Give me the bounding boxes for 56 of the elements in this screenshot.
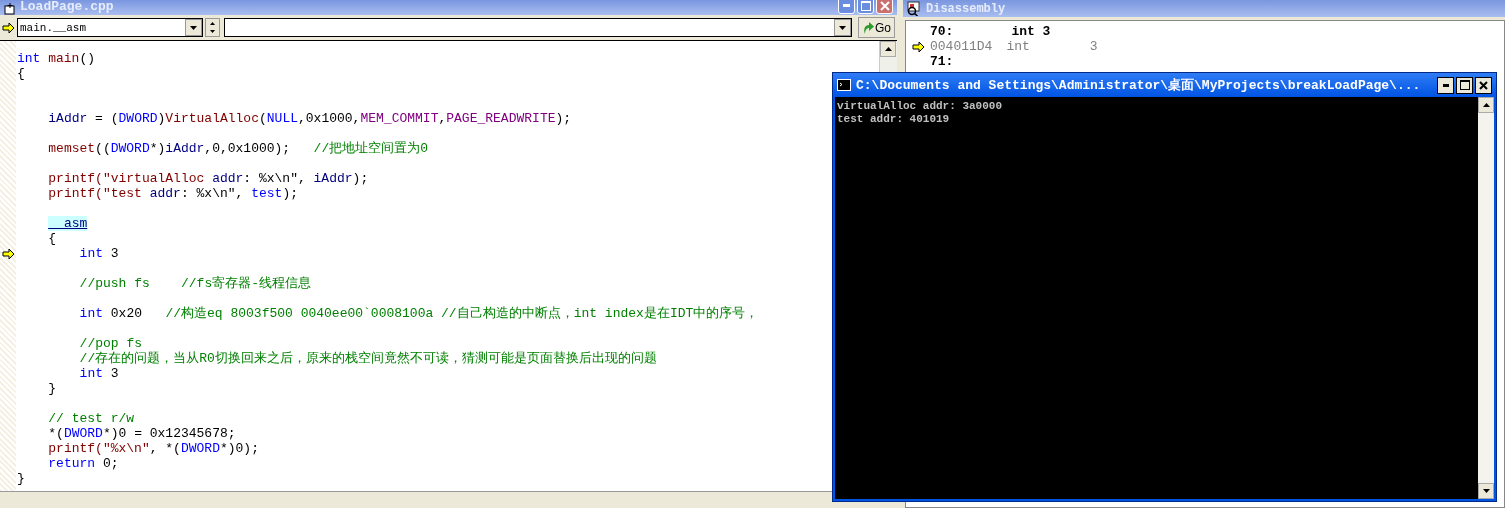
function-combo[interactable]: main.__asm [17,18,203,37]
scroll-up-button[interactable] [880,41,896,57]
document-icon [4,3,16,15]
minimize-button[interactable] [1437,76,1454,94]
code-line: } [17,471,25,486]
arrow-icon [2,21,15,34]
dropdown-arrow-icon [190,25,197,30]
mnemonic: int [1006,39,1030,54]
code-line: //pop fs [79,336,142,351]
close-icon [1479,80,1488,90]
code-line: *(DWORD*)0 = 0x12345678; [48,426,236,441]
code-line: return 0; [48,456,119,471]
line-number: 71: [930,54,954,69]
curved-arrow-icon [862,21,874,34]
code-line: { [48,231,57,246]
code-line: memset((DWORD*)iAddr,0,0x1000); //把地址空间置为0 [48,141,428,156]
search-combo[interactable] [224,18,852,37]
scroll-up-icon[interactable] [1482,103,1490,107]
code-line: int 0x20 //构造eq 8003f500 0040ee00`0008100a //自己构造的中断点，int index是在IDT中的序号， [79,306,759,321]
close-icon [879,0,890,11]
code-line: iAddr = (DWORD)VirtualAlloc(NULL,0x1000,MEM_COMMIT,PAGE_READWRITE); [48,111,572,126]
go-button[interactable]: Go [858,17,895,38]
maximize-icon [860,0,871,11]
disassembly-icon [906,1,922,16]
code-line: int 3 [79,246,119,261]
spin-button[interactable] [205,18,220,37]
close-button[interactable] [1475,76,1492,94]
code-line: printf("test addr: %x\n", test); [48,186,298,201]
up-arrow-icon [884,47,892,51]
console-line: virtualAlloc addr: 3a0000 [837,100,1004,113]
code-line: //存在的问题，当从R0切换回来之后，原来的栈空间竟然不可读，猜测可能是页面替换后出现的问题 [79,351,657,366]
window-title: C:\Documents and Settings\Administrator\桌面\MyProjects\breakLoadPage\... [856,77,1421,94]
window-title: LoadPage.cpp [20,0,114,13]
code-line: int main() [17,51,96,66]
console-icon [837,79,851,91]
dropdown-arrow-icon [839,25,846,30]
down-arrow-icon [210,30,215,34]
minimize-icon [1442,83,1449,87]
line-number: 70: [930,24,954,39]
window-title: Disassembly [926,1,1006,16]
code-line: printf("%x\n", *(DWORD*)0); [48,441,259,456]
code-line: int 3 [79,366,119,381]
code-line: //push fs //fs寄存器-线程信息 [79,276,312,291]
up-arrow-icon [210,21,215,25]
code-line: } [48,381,57,396]
code-line: printf("virtualAlloc addr: %x\n", iAddr); [48,171,369,186]
scroll-down-icon[interactable] [1482,489,1490,493]
console-line: test addr: 401019 [837,113,951,126]
source-code: int 3 [1011,24,1051,39]
code-line: // test r/w [48,411,135,426]
maximize-icon [1459,80,1470,90]
operand: 3 [1089,39,1098,54]
minimize-icon [843,4,850,7]
maximize-button[interactable] [1456,76,1473,94]
code-line: { [17,66,25,81]
address: 004011D4 [930,39,993,54]
